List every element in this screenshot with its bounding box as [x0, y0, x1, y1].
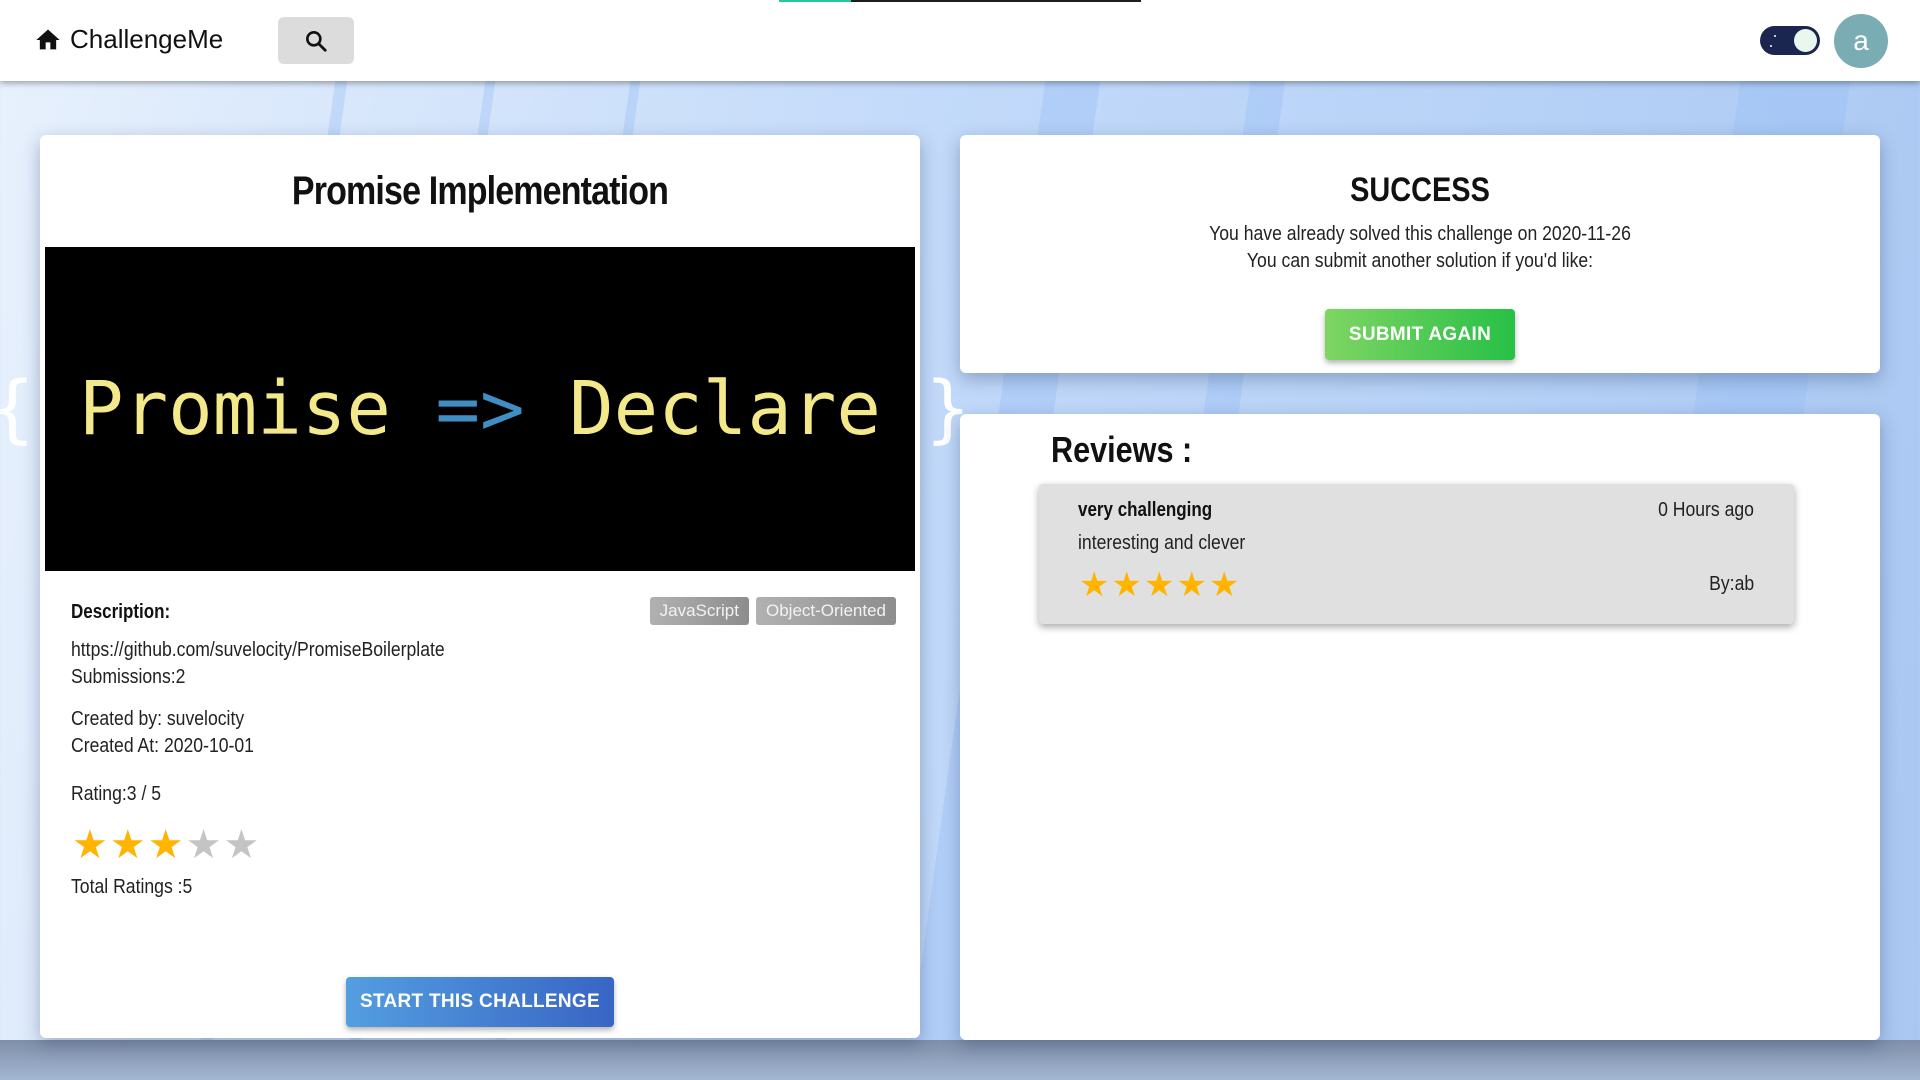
star-filled-icon: ★	[1208, 566, 1240, 604]
moon-icon	[1794, 29, 1817, 52]
challenge-title: Promise Implementation	[291, 169, 669, 213]
review-title: very challenging	[1078, 499, 1213, 521]
progress-fill	[779, 0, 852, 2]
challenge-cover-image: { Promise => Declare }	[0, 247, 970, 571]
user-avatar[interactable]: a	[1834, 14, 1888, 68]
review-body: interesting and clever	[1078, 532, 1246, 554]
submit-again-button[interactable]: SUBMIT AGAIN	[1325, 309, 1515, 360]
cover-word-declare: Declare	[569, 366, 881, 452]
total-ratings: Total Ratings :5	[71, 876, 193, 898]
solved-date-message: You have already solved this challenge o…	[1209, 223, 1631, 245]
brand-name: ChallengeMe	[70, 24, 224, 54]
author-info: Created by: suvelocity Created At: 2020-…	[71, 706, 254, 760]
resubmit-message: You can submit another solution if you'd…	[1246, 250, 1594, 272]
repo-url: https://github.com/suvelocity/PromiseBoi…	[71, 639, 445, 661]
cover-text: { Promise => Declare }	[0, 366, 970, 452]
reviews-title: Reviews :	[1051, 429, 1193, 470]
cover-word-promise: Promise	[79, 366, 391, 452]
success-title: SUCCESS	[1350, 171, 1490, 209]
star-decoration	[1774, 35, 1776, 37]
page-load-progress-bar	[779, 0, 1141, 2]
theme-toggle[interactable]	[1760, 26, 1820, 55]
star-filled-icon[interactable]: ★	[110, 825, 146, 865]
home-link[interactable]: ChallengeMe	[34, 24, 223, 55]
star-filled-icon[interactable]: ★	[148, 825, 184, 865]
success-message: You have already solved this challenge o…	[1015, 221, 1825, 275]
star-filled-icon[interactable]: ★	[72, 825, 108, 865]
tag-javascript[interactable]: JavaScript	[649, 597, 749, 625]
star-filled-icon: ★	[1176, 566, 1207, 604]
review-author: By:ab	[1708, 573, 1754, 595]
repo-info: https://github.com/suvelocity/PromiseBoi…	[71, 637, 445, 691]
review-item: very challenging 0 Hours ago interesting…	[1039, 484, 1794, 624]
created-at: Created At: 2020-10-01	[71, 735, 254, 757]
tag-object-oriented[interactable]: Object-Oriented	[756, 597, 896, 625]
success-card: SUCCESS You have already solved this cha…	[960, 135, 1880, 373]
star-filled-icon: ★	[1079, 566, 1110, 604]
review-time: 0 Hours ago	[1658, 499, 1754, 521]
tag-list: JavaScript Object-Oriented	[649, 597, 896, 625]
challenge-card: Promise Implementation { Promise => Decl…	[0, 135, 970, 1038]
created-by: Created by: suvelocity	[71, 708, 245, 730]
submissions-count: Submissions:2	[71, 666, 186, 688]
rating-text: Rating:3 / 5	[71, 783, 162, 805]
star-empty-icon[interactable]: ★	[223, 825, 259, 865]
search-icon	[306, 30, 327, 52]
home-icon	[36, 29, 60, 49]
star-decoration	[1770, 45, 1772, 47]
start-challenge-button[interactable]: START THIS CHALLENGE	[346, 977, 614, 1027]
star-filled-icon: ★	[1111, 566, 1142, 604]
description-label: Description:	[71, 601, 171, 623]
background-decoration	[0, 1040, 1920, 1080]
top-navbar: ChallengeMe a	[0, 0, 1920, 81]
cover-arrow: =>	[435, 366, 525, 452]
challenge-rating-stars[interactable]: ★ ★ ★ ★ ★	[72, 825, 259, 865]
star-filled-icon: ★	[1143, 566, 1175, 604]
reviews-card: Reviews : very challenging 0 Hours ago i…	[960, 414, 1880, 1040]
review-rating-stars: ★ ★ ★ ★ ★	[1079, 568, 1239, 602]
search-button[interactable]	[278, 17, 354, 64]
star-empty-icon[interactable]: ★	[186, 825, 222, 865]
cover-brace-open: {	[0, 366, 34, 452]
